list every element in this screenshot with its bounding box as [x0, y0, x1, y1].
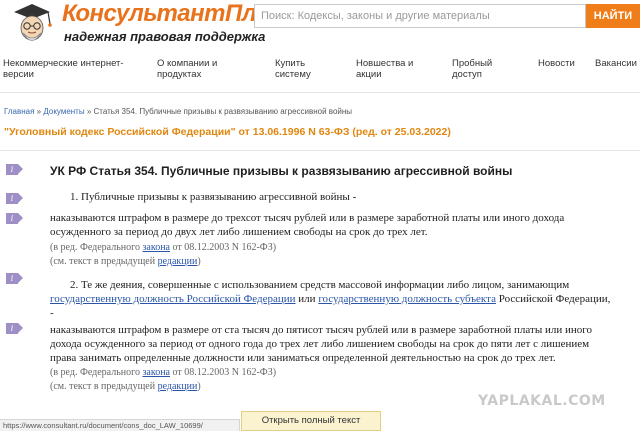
info-marker-icon[interactable]: i [6, 164, 23, 175]
subject-position-link[interactable]: государственную должность субъекта [318, 293, 496, 305]
paragraph-2-dash: - [50, 307, 54, 319]
site-header: КонсультантПлюс надежная правовая поддер… [0, 0, 640, 52]
professor-logo-icon[interactable] [6, 2, 58, 50]
paragraph-2-revision-note: (в ред. Федерального закона от 08.12.200… [50, 367, 277, 378]
nav-item-noncommercial[interactable]: Некоммерческие интернет-версии [3, 58, 124, 80]
nav-item-news-promos[interactable]: Новшества и акции [356, 58, 413, 80]
nav-item-buy[interactable]: Купить систему [275, 58, 311, 80]
paragraph-1-penalty-line-1: наказываются штрафом в размере до трехсо… [50, 212, 565, 224]
watermark: YAPLAKAL.COM [478, 393, 606, 409]
article-title: УК РФ Статья 354. Публичные призывы к ра… [50, 164, 513, 178]
previous-edition-link[interactable]: редакции [158, 381, 198, 392]
paragraph-2-see-previous: (см. текст в предыдущей редакции) [50, 381, 201, 392]
paragraph-2-penalty-line-3: права занимать определенные должности ил… [50, 352, 556, 364]
paragraph-1-revision-note: (в ред. Федерального закона от 08.12.200… [50, 242, 277, 253]
paragraph-1: 1. Публичные призывы к развязыванию агре… [70, 191, 357, 203]
nav-item-news[interactable]: Новости [538, 58, 575, 69]
nav-item-vacancies[interactable]: Вакансии [595, 58, 637, 69]
breadcrumb-current: Статья 354. Публичные призывы к развязыв… [93, 107, 353, 116]
main-nav: Некоммерческие интернет-версии О компани… [0, 58, 640, 92]
content-divider [0, 150, 640, 151]
info-marker-icon[interactable]: i [6, 323, 23, 334]
breadcrumb-documents[interactable]: Документы [43, 107, 84, 116]
breadcrumb-home[interactable]: Главная [4, 107, 34, 116]
info-marker-icon[interactable]: i [6, 213, 23, 224]
paragraph-1-see-previous: (см. текст в предыдущей редакции) [50, 256, 201, 267]
brand-subtitle: надежная правовая поддержка [64, 29, 266, 44]
search-button[interactable]: НАЙТИ [586, 4, 640, 28]
info-marker-icon[interactable]: i [6, 273, 23, 284]
search-input[interactable]: Поиск: Кодексы, законы и другие материал… [254, 4, 586, 28]
nav-item-trial[interactable]: Пробный доступ [452, 58, 492, 80]
document-link[interactable]: "Уголовный кодекс Российской Федерации" … [4, 126, 451, 138]
info-marker-icon[interactable]: i [6, 193, 23, 204]
paragraph-1-penalty-line-2: осужденного за период до двух лет либо л… [50, 226, 428, 238]
breadcrumb: Главная » Документы » Статья 354. Публич… [4, 107, 353, 116]
paragraph-2-penalty-line-1: наказываются штрафом в размере от ста ты… [50, 324, 592, 336]
paragraph-2-line-2: государственную должность Российской Фед… [50, 293, 611, 305]
status-bar-url: https://www.consultant.ru/document/cons_… [0, 419, 240, 431]
previous-edition-link[interactable]: редакции [158, 256, 198, 267]
open-full-text-button[interactable]: Открыть полный текст документа [241, 411, 381, 431]
law-link[interactable]: закона [142, 367, 170, 378]
nav-divider [0, 92, 640, 93]
federal-position-link[interactable]: государственную должность Российской Фед… [50, 293, 296, 305]
law-link[interactable]: закона [142, 242, 170, 253]
paragraph-2-penalty-line-2: дохода осужденного за период от одного г… [50, 338, 590, 350]
nav-item-about[interactable]: О компании и продуктах [157, 58, 217, 80]
paragraph-2-line-1: 2. Те же деяния, совершенные с использов… [70, 279, 570, 291]
